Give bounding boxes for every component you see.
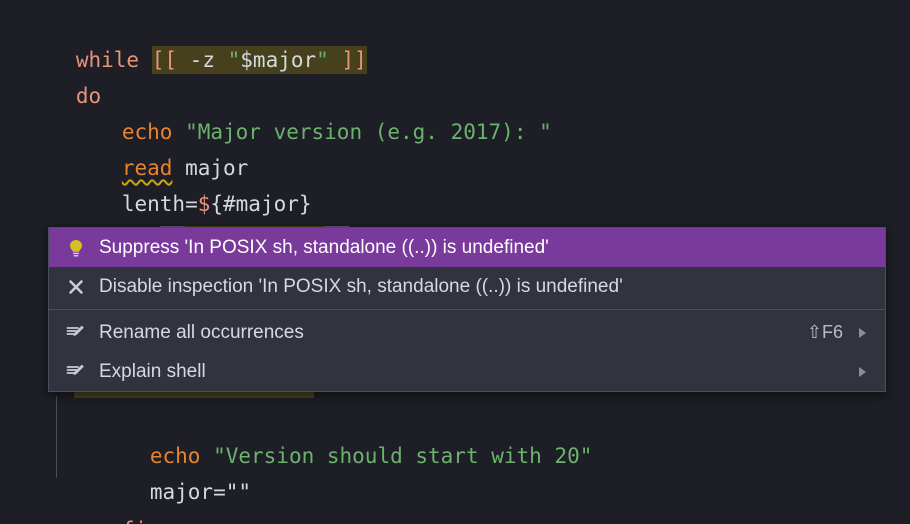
menu-item-label: Explain shell (99, 360, 206, 382)
code-line-major-reset[interactable]: major="" (0, 438, 251, 504)
intention-actions-popup[interactable]: Suppress 'In POSIX sh, standalone ((..))… (48, 227, 886, 392)
code-line-read-major[interactable]: read major (0, 114, 910, 180)
editor-window: while [[ -z "$major" ]] do echo "Major v… (0, 0, 910, 524)
assign-major-empty: major="" (149, 480, 252, 504)
lightbulb-icon (63, 235, 89, 261)
code-line-if[interactable]: if (( lenth != 4)); then (0, 186, 910, 254)
code-line-while[interactable]: while [[ -z "$major" ]] (0, 6, 910, 74)
submenu-arrow-icon[interactable] (851, 326, 873, 340)
rename-pencil-icon (63, 320, 89, 346)
code-line-do[interactable]: do (0, 42, 910, 108)
menu-item-suppress-inspection[interactable]: Suppress 'In POSIX sh, standalone ((..))… (49, 228, 885, 267)
menu-item-label: Disable inspection 'In POSIX sh, standal… (99, 275, 623, 297)
submenu-arrow-icon[interactable] (851, 365, 873, 379)
string-version-warning: "Version should start with 20" (213, 444, 593, 468)
code-line-lenth[interactable]: lenth=${#major} (0, 150, 910, 216)
menu-separator (49, 309, 885, 310)
menu-item-disable-inspection[interactable]: Disable inspection 'In POSIX sh, standal… (49, 267, 885, 306)
menu-item-shortcut: ⇧F6 (806, 322, 843, 342)
rename-pencil-icon (63, 359, 89, 385)
keyword-fi: fi (122, 518, 147, 524)
code-line-echo-version[interactable]: echo "Version should start with 20" (0, 402, 593, 468)
menu-item-label: Rename all occurrences (99, 321, 304, 343)
menu-item-label: Suppress 'In POSIX sh, standalone ((..))… (99, 236, 549, 258)
menu-item-rename-all-occurrences[interactable]: Rename all occurrences ⇧F6 (49, 313, 885, 352)
close-x-icon (63, 274, 89, 300)
indent-guide-line (56, 396, 57, 478)
menu-item-explain-shell[interactable]: Explain shell (49, 352, 885, 391)
code-line-fi[interactable]: fi (0, 476, 147, 524)
code-line-echo-major[interactable]: echo "Major version (e.g. 2017): " (0, 78, 910, 144)
